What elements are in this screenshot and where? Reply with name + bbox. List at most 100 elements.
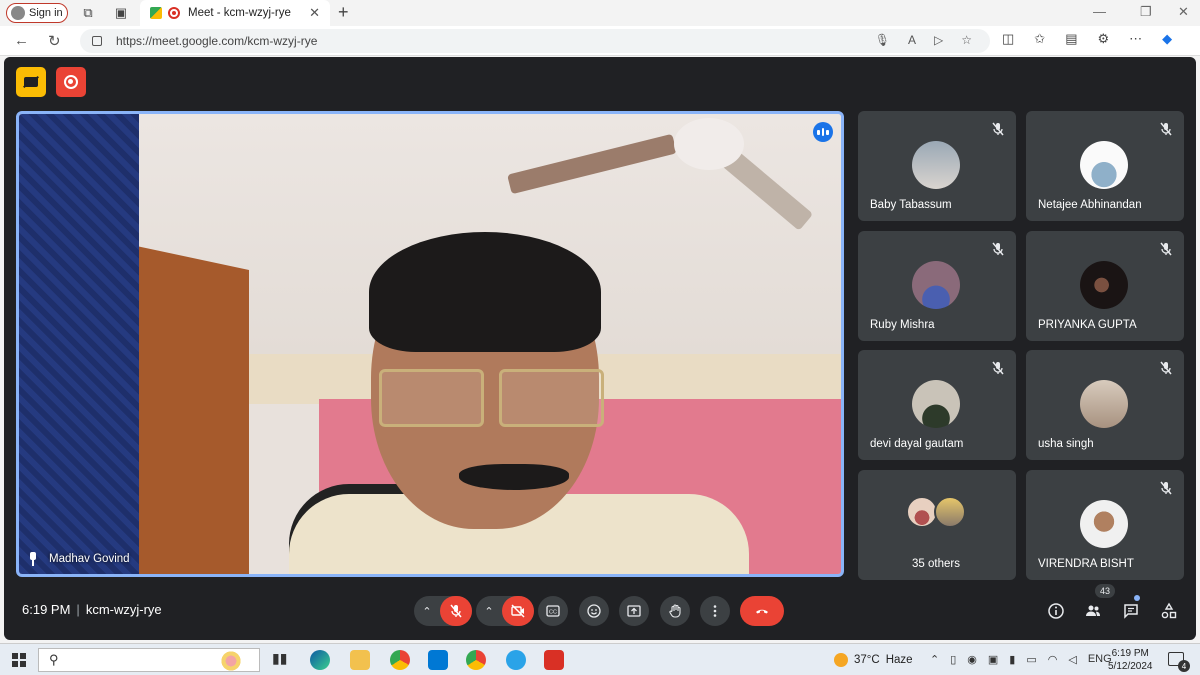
avatar [1080,380,1128,428]
sign-in-button[interactable]: Sign in [6,3,68,23]
workspaces-icon[interactable]: ⧉ [80,5,96,21]
leave-call-button[interactable] [740,596,784,626]
participant-tile[interactable]: Ruby Mishra [858,231,1016,341]
more-options-button[interactable] [700,596,730,626]
chrome-profile-icon[interactable] [466,650,486,670]
others-tile[interactable]: 35 others [858,470,1016,580]
participant-name: Ruby Mishra [870,319,935,331]
avatar [934,496,966,528]
read-aloud-icon[interactable]: A [908,33,916,47]
notification-count: 4 [1178,660,1190,672]
maximize-button[interactable]: ❐ [1140,4,1152,20]
extension-icon[interactable]: ⚙ [1098,31,1110,47]
task-view-icon[interactable]: ▮▮ [272,650,292,670]
camera-control[interactable]: ⌃ [476,596,534,626]
microphone-control[interactable]: ⌃ [414,596,472,626]
pin-icon[interactable] [27,552,39,566]
collections-icon[interactable]: ▤ [1065,31,1077,47]
participant-name: Baby Tabassum [870,199,952,211]
favorite-star-icon[interactable]: ☆ [961,33,972,47]
weather-temperature: 37°C [854,654,880,666]
split-screen-icon[interactable]: ◫ [1002,31,1014,47]
telegram-icon[interactable] [506,650,526,670]
chat-button[interactable] [1118,598,1144,624]
mail-icon[interactable] [428,650,448,670]
emoji-reaction-button[interactable] [579,596,609,626]
participant-tile[interactable]: PRIYANKA GUPTA [1026,231,1184,341]
url-field[interactable]: https://meet.google.com/kcm-wzyj-rye 🎙 A… [80,29,990,53]
app-available-icon[interactable]: ▷ [934,33,943,47]
minimize-button[interactable]: — [1093,4,1106,19]
video-curtain [19,114,139,574]
mic-icon[interactable]: ▮ [1009,653,1015,666]
edge-icon[interactable] [310,650,330,670]
participant-tile[interactable]: Baby Tabassum [858,111,1016,221]
battery-icon[interactable]: ▭ [1026,653,1036,666]
captions-button[interactable]: CC [538,596,568,626]
camera-off-badge [16,67,46,97]
participant-name: 35 others [912,558,960,570]
refresh-button[interactable]: ↻ [48,32,61,50]
weather-widget[interactable]: 37°C Haze [834,653,913,667]
search-highlight-image [219,650,249,672]
chevron-up-icon[interactable]: ⌃ [414,605,440,618]
meeting-code: kcm-wzyj-rye [85,602,162,617]
new-tab-button[interactable]: + [338,2,349,23]
lock-icon [92,36,102,46]
chevron-up-icon[interactable]: ⌃ [476,605,502,618]
meeting-time: 6:19 PM [22,602,71,617]
mic-off-button[interactable] [440,596,472,626]
participant-name: PRIYANKA GUPTA [1038,319,1137,331]
taskbar-search[interactable]: ⚲ [38,648,260,672]
meeting-details-button[interactable] [1043,598,1069,624]
people-button[interactable] [1080,598,1106,624]
close-window-button[interactable]: ✕ [1178,4,1189,20]
file-explorer-icon[interactable] [350,650,370,670]
notification-center-icon[interactable]: 4 [1168,652,1190,672]
participant-name: usha singh [1038,438,1094,450]
windows-taskbar: ⚲ ▮▮ 37°C Haze ⌃ ▯ ◉ ▣ ▮ ▭ ◠ ◁ ENG 6:19 … [0,643,1200,675]
back-button[interactable]: ← [14,32,29,49]
more-menu-icon[interactable]: ⋯ [1129,31,1142,47]
camera-icon[interactable]: ◉ [967,653,977,666]
wifi-icon[interactable]: ◠ [1048,653,1058,666]
copilot-icon[interactable]: ◆ [1162,31,1172,47]
main-speaker-label: Madhav Govind [27,552,130,566]
video-person-mustache [459,464,569,490]
participant-tile[interactable]: VIRENDRA BISHT [1026,470,1184,580]
avatar [1080,141,1128,189]
main-speaker-name: Madhav Govind [49,553,130,565]
avatar [912,141,960,189]
weather-description: Haze [885,654,913,666]
taskbar-clock[interactable]: 6:19 PM 5/12/2024 [1108,647,1153,673]
system-tray: ⌃ ▯ ◉ ▣ ▮ ▭ ◠ ◁ ENG [930,653,1112,666]
close-tab-icon[interactable]: ✕ [309,5,320,21]
mic-muted-icon [990,121,1006,137]
chat-unread-dot [1134,595,1140,601]
chrome-icon[interactable] [390,650,410,670]
main-speaker-video[interactable]: Madhav Govind [16,111,844,577]
url-text: https://meet.google.com/kcm-wzyj-rye [116,34,318,48]
speaking-indicator-icon [813,122,833,142]
favorites-icon[interactable]: ✩ [1034,31,1045,47]
activities-button[interactable] [1156,598,1182,624]
camera-off-button[interactable] [502,596,534,626]
tab-meet[interactable]: Meet - kcm-wzyj-rye ✕ [140,0,330,26]
usb-icon[interactable]: ▯ [950,653,956,666]
present-screen-button[interactable] [619,596,649,626]
wps-office-icon[interactable] [544,650,564,670]
participant-tile[interactable]: Netajee Abhinandan [1026,111,1184,221]
raise-hand-button[interactable] [660,596,690,626]
avatar [1080,261,1128,309]
participant-tile[interactable]: devi dayal gautam [858,350,1016,460]
participant-tile[interactable]: usha singh [1026,350,1184,460]
vertical-tabs-icon[interactable]: ▣ [113,5,129,21]
video-person-hair [369,232,601,352]
display-icon[interactable]: ▣ [988,653,998,666]
windows-start-icon[interactable] [12,653,26,667]
chevron-up-icon[interactable]: ⌃ [930,653,939,666]
tab-title: Meet - kcm-wzyj-rye [188,7,291,19]
clock-time: 6:19 PM [1111,648,1149,659]
volume-icon[interactable]: ◁ [1068,653,1076,666]
microphone-icon[interactable]: 🎙 [875,33,890,47]
